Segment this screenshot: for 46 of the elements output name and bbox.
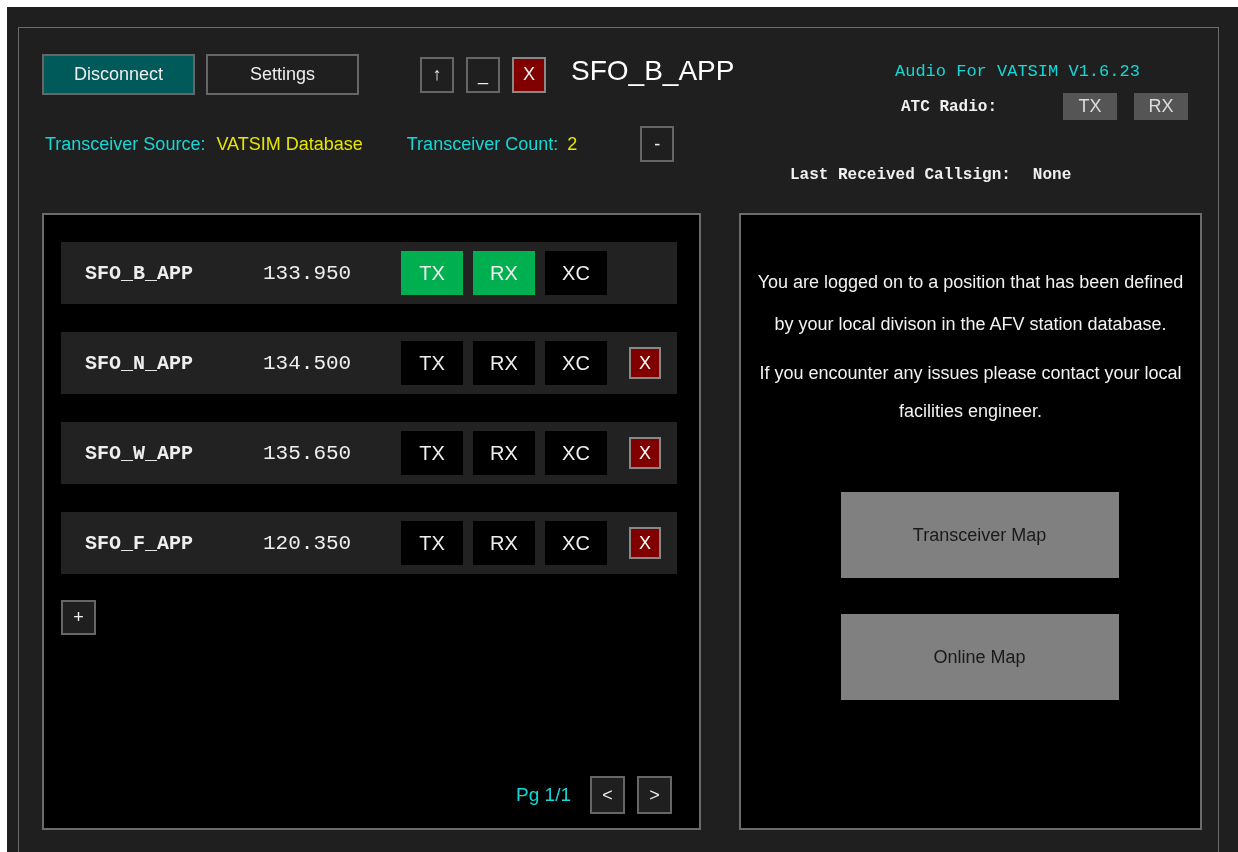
station-frequency: 135.650: [263, 441, 353, 465]
remove-button[interactable]: X: [629, 527, 661, 559]
header-button[interactable]: Settings: [206, 54, 359, 95]
previous-page-button[interactable]: <: [590, 776, 625, 814]
atc-radio-toggle[interactable]: RX: [1134, 93, 1188, 120]
radio-toggle[interactable]: RX: [473, 431, 535, 475]
map-button[interactable]: Transceiver Map: [840, 492, 1119, 578]
info-text: You are logged on to a position that has been defined by your local divison in the AFV station database.: [756, 271, 1185, 336]
remove-button[interactable]: X: [629, 437, 661, 469]
count-label: Transceiver Count:: [406, 133, 559, 155]
station-frequency: 133.950: [263, 261, 353, 285]
station-callsign: SFO_B_APP: [571, 54, 735, 87]
source-value: VATSIM Database: [216, 133, 363, 155]
radio-toggle[interactable]: TX: [401, 341, 463, 385]
collapse-button[interactable]: -: [640, 126, 675, 162]
station-callsign: SFO_N_APP: [85, 351, 195, 375]
source-label: Transceiver Source:: [45, 133, 206, 155]
radio-toggle[interactable]: TX: [401, 431, 463, 475]
window-button[interactable]: ↑: [420, 56, 454, 93]
radio-toggle[interactable]: XC: [545, 251, 607, 295]
map-button[interactable]: Online Map: [840, 614, 1119, 700]
radio-toggle[interactable]: XC: [545, 341, 607, 385]
station-callsign: SFO_B_APP: [85, 261, 195, 285]
atc-radio-label: ATC Radio:: [901, 97, 997, 116]
next-page-button[interactable]: >: [637, 776, 672, 814]
add-button[interactable]: +: [61, 600, 96, 635]
radio-toggle[interactable]: RX: [473, 341, 535, 385]
station-frequency: 120.350: [263, 531, 353, 555]
station-callsign: SFO_F_APP: [85, 531, 195, 555]
info-text: If you encounter any issues please contact your local facilities engineer.: [758, 362, 1183, 423]
header-button[interactable]: Disconnect: [42, 54, 195, 95]
station-frequency: 134.500: [263, 351, 353, 375]
last-received-label: Last Received Callsign:: [790, 166, 1011, 184]
atc-radio-toggle[interactable]: TX: [1063, 93, 1117, 120]
radio-toggle[interactable]: XC: [545, 431, 607, 475]
radio-toggle[interactable]: RX: [473, 521, 535, 565]
station-callsign: SFO_W_APP: [85, 441, 195, 465]
page-label: Pg 1/1: [516, 784, 571, 806]
radio-toggle[interactable]: TX: [401, 521, 463, 565]
last-received-value: None: [1032, 166, 1072, 184]
remove-button[interactable]: X: [629, 347, 661, 379]
window-button[interactable]: _: [466, 56, 500, 93]
count-value: 2: [567, 133, 578, 155]
version-label: Audio For VATSIM V1.6.23: [895, 62, 1141, 81]
radio-toggle[interactable]: XC: [545, 521, 607, 565]
window-button[interactable]: X: [512, 56, 546, 93]
